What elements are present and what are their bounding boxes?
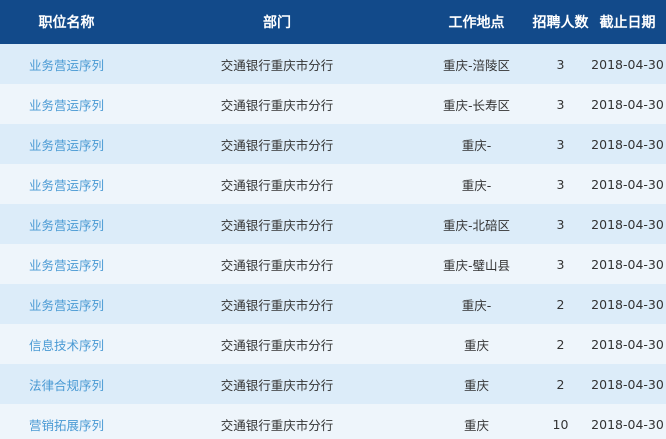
department-cell: 交通银行重庆市分行 [133,244,421,284]
headcount-cell: 3 [532,84,589,124]
headcount-cell: 2 [532,364,589,404]
table-row: 法律合规序列 交通银行重庆市分行 重庆 2 2018-04-30 [0,364,666,404]
department-cell: 交通银行重庆市分行 [133,364,421,404]
department-cell: 交通银行重庆市分行 [133,84,421,124]
department-cell: 交通银行重庆市分行 [133,124,421,164]
table-row: 业务营运序列 交通银行重庆市分行 重庆-长寿区 3 2018-04-30 [0,84,666,124]
job-title-cell: 营销拓展序列 [0,404,133,439]
location-cell: 重庆- [421,124,532,164]
location-cell: 重庆 [421,404,532,439]
location-cell: 重庆-北碚区 [421,204,532,244]
deadline-cell: 2018-04-30 [589,84,666,124]
department-cell: 交通银行重庆市分行 [133,44,421,84]
job-title-link[interactable]: 信息技术序列 [29,338,104,353]
deadline-cell: 2018-04-30 [589,204,666,244]
location-cell: 重庆- [421,284,532,324]
location-cell: 重庆-璧山县 [421,244,532,284]
table-row: 业务营运序列 交通银行重庆市分行 重庆-涪陵区 3 2018-04-30 [0,44,666,84]
headcount-cell: 2 [532,324,589,364]
table-row: 业务营运序列 交通银行重庆市分行 重庆- 3 2018-04-30 [0,124,666,164]
location-cell: 重庆- [421,164,532,204]
headcount-cell: 3 [532,124,589,164]
headcount-cell: 2 [532,284,589,324]
job-title-cell: 业务营运序列 [0,124,133,164]
table-row: 业务营运序列 交通银行重庆市分行 重庆-北碚区 3 2018-04-30 [0,204,666,244]
deadline-cell: 2018-04-30 [589,404,666,439]
job-title-link[interactable]: 业务营运序列 [29,298,104,313]
header-row: 职位名称 部门 工作地点 招聘人数 截止日期 [0,0,666,44]
location-cell: 重庆-涪陵区 [421,44,532,84]
job-title-link[interactable]: 业务营运序列 [29,98,104,113]
headcount-cell: 3 [532,44,589,84]
job-title-link[interactable]: 营销拓展序列 [29,418,104,433]
job-title-cell: 信息技术序列 [0,324,133,364]
deadline-cell: 2018-04-30 [589,124,666,164]
job-title-link[interactable]: 业务营运序列 [29,138,104,153]
department-cell: 交通银行重庆市分行 [133,204,421,244]
job-title-link[interactable]: 业务营运序列 [29,178,104,193]
job-listings-table: 职位名称 部门 工作地点 招聘人数 截止日期 业务营运序列 交通银行重庆市分行 … [0,0,666,439]
department-cell: 交通银行重庆市分行 [133,404,421,439]
location-cell: 重庆 [421,324,532,364]
job-title-cell: 法律合规序列 [0,364,133,404]
headcount-cell: 3 [532,244,589,284]
header-job-title: 职位名称 [0,0,133,44]
job-title-cell: 业务营运序列 [0,84,133,124]
job-title-cell: 业务营运序列 [0,244,133,284]
department-cell: 交通银行重庆市分行 [133,324,421,364]
location-cell: 重庆-长寿区 [421,84,532,124]
job-title-link[interactable]: 业务营运序列 [29,58,104,73]
table-body: 业务营运序列 交通银行重庆市分行 重庆-涪陵区 3 2018-04-30 业务营… [0,44,666,439]
table-row: 业务营运序列 交通银行重庆市分行 重庆- 2 2018-04-30 [0,284,666,324]
table-row: 营销拓展序列 交通银行重庆市分行 重庆 10 2018-04-30 [0,404,666,439]
deadline-cell: 2018-04-30 [589,244,666,284]
table-header: 职位名称 部门 工作地点 招聘人数 截止日期 [0,0,666,44]
deadline-cell: 2018-04-30 [589,324,666,364]
table-row: 信息技术序列 交通银行重庆市分行 重庆 2 2018-04-30 [0,324,666,364]
job-title-link[interactable]: 业务营运序列 [29,218,104,233]
deadline-cell: 2018-04-30 [589,284,666,324]
headcount-cell: 3 [532,164,589,204]
job-title-cell: 业务营运序列 [0,204,133,244]
headcount-cell: 3 [532,204,589,244]
job-title-cell: 业务营运序列 [0,44,133,84]
job-title-link[interactable]: 业务营运序列 [29,258,104,273]
job-title-cell: 业务营运序列 [0,284,133,324]
deadline-cell: 2018-04-30 [589,364,666,404]
deadline-cell: 2018-04-30 [589,164,666,204]
job-title-cell: 业务营运序列 [0,164,133,204]
department-cell: 交通银行重庆市分行 [133,164,421,204]
deadline-cell: 2018-04-30 [589,44,666,84]
department-cell: 交通银行重庆市分行 [133,284,421,324]
header-location: 工作地点 [421,0,532,44]
table-row: 业务营运序列 交通银行重庆市分行 重庆- 3 2018-04-30 [0,164,666,204]
location-cell: 重庆 [421,364,532,404]
header-deadline: 截止日期 [589,0,666,44]
header-headcount: 招聘人数 [532,0,589,44]
table-row: 业务营运序列 交通银行重庆市分行 重庆-璧山县 3 2018-04-30 [0,244,666,284]
header-department: 部门 [133,0,421,44]
job-title-link[interactable]: 法律合规序列 [29,378,104,393]
headcount-cell: 10 [532,404,589,439]
